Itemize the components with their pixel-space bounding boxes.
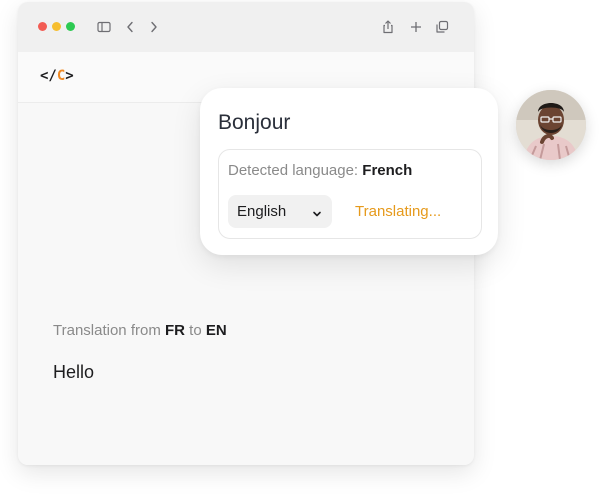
minimize-window-button[interactable] <box>52 22 61 31</box>
target-language-select[interactable]: English <box>228 195 332 228</box>
sidebar-icon[interactable] <box>95 18 113 36</box>
logo-open: </ <box>40 68 57 84</box>
chevron-right-icon[interactable] <box>145 18 163 36</box>
zoom-window-button[interactable] <box>66 22 75 31</box>
copy-icon[interactable] <box>433 18 451 36</box>
language-panel: Detected language: French English Transl… <box>218 149 482 239</box>
target-language-label: English <box>237 203 287 220</box>
avatar[interactable] <box>516 90 586 160</box>
source-text: Bonjour <box>218 111 291 134</box>
translation-status: Translating... <box>355 203 442 220</box>
translation-popup: Bonjour Detected language: French Englis… <box>200 88 498 255</box>
translation-direction-label: Translation from FR to EN <box>53 322 227 339</box>
translation-prefix: Translation from <box>53 322 161 339</box>
app-logo[interactable]: </C> <box>40 68 74 84</box>
share-icon[interactable] <box>379 18 397 36</box>
translated-text: Hello <box>53 362 95 382</box>
detected-language: Detected language: French <box>228 162 412 179</box>
logo-close: > <box>65 68 74 84</box>
detected-language-value: French <box>362 162 413 179</box>
detected-language-label: Detected language: <box>228 162 359 179</box>
plus-icon[interactable] <box>407 18 425 36</box>
chevron-down-icon <box>312 206 322 217</box>
target-language-code: EN <box>205 322 227 339</box>
source-language-code: FR <box>164 322 185 339</box>
title-bar <box>18 2 474 52</box>
to-word: to <box>189 322 202 339</box>
chevron-left-icon[interactable] <box>121 18 139 36</box>
close-window-button[interactable] <box>38 22 47 31</box>
